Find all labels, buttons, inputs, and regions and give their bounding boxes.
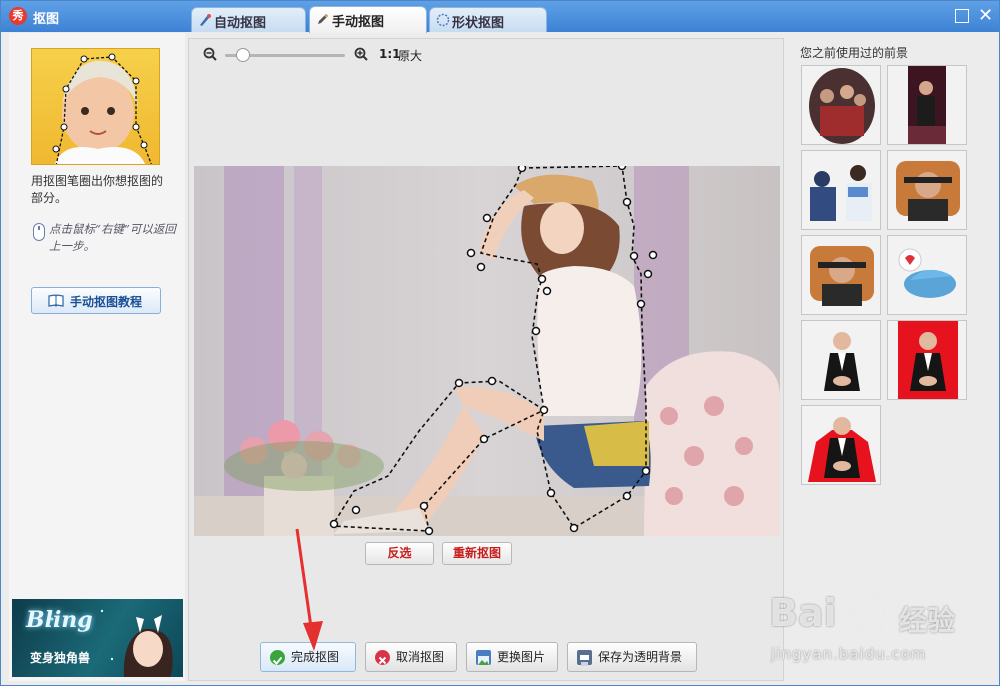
cancel-cutout-button[interactable]: 取消抠图 bbox=[365, 642, 457, 672]
left-panel: 用抠图笔圈出你想抠图的部分。 点击鼠标“右键”可以返回上一步。 手动抠图教程 B… bbox=[9, 33, 185, 681]
book-icon bbox=[48, 294, 64, 307]
check-icon bbox=[270, 650, 285, 665]
close-button[interactable]: ✕ bbox=[978, 7, 993, 25]
zoom-slider-handle[interactable] bbox=[236, 48, 250, 62]
tab-shape-cutout[interactable]: 形状抠图 bbox=[429, 7, 547, 32]
brush-icon bbox=[200, 14, 211, 26]
tab-label: 形状抠图 bbox=[452, 16, 505, 31]
tab-label: 手动抠图 bbox=[332, 15, 385, 30]
zoom-in-icon[interactable] bbox=[354, 47, 368, 61]
tab-auto-cutout[interactable]: 自动抠图 bbox=[191, 7, 306, 32]
window-title: 抠图 bbox=[33, 12, 60, 27]
shape-icon bbox=[436, 13, 450, 27]
editor-panel: 1:1 原大 反选 重新抠图 完成抠图 取消抠图 更换图片 保存为透明背景 bbox=[188, 38, 784, 681]
title-bar: 秀 抠图 ✕ 自动抠图 手动抠图 形状抠图 bbox=[1, 1, 999, 33]
history-thumbnail[interactable] bbox=[801, 65, 881, 145]
original-size-button[interactable]: 原大 bbox=[398, 47, 422, 64]
history-thumbnail[interactable] bbox=[887, 150, 967, 230]
demo-image bbox=[31, 48, 160, 165]
cutout-window: 秀 抠图 ✕ 自动抠图 手动抠图 形状抠图 用抠图笔圈出你想抠图的部分。 点击鼠… bbox=[0, 0, 1000, 686]
image-canvas[interactable] bbox=[194, 166, 780, 536]
mouse-icon bbox=[33, 223, 45, 241]
save-label: 保存为透明背景 bbox=[598, 650, 683, 664]
history-panel: 您之前使用过的前景 bbox=[788, 33, 999, 683]
replace-image-button[interactable]: 更换图片 bbox=[466, 642, 558, 672]
watermark-brand-cn: 经验 bbox=[899, 604, 956, 637]
save-transparent-button[interactable]: 保存为透明背景 bbox=[567, 642, 697, 672]
history-thumbnail[interactable] bbox=[887, 65, 967, 145]
tab-manual-cutout[interactable]: 手动抠图 bbox=[309, 6, 427, 33]
promo-subtitle: 变身独角兽 bbox=[30, 651, 91, 665]
right-click-tip: 点击鼠标“右键”可以返回上一步。 bbox=[49, 222, 176, 253]
history-thumbnail[interactable] bbox=[887, 320, 967, 400]
invert-selection-button[interactable]: 反选 bbox=[365, 542, 434, 565]
redo-cutout-button[interactable]: 重新抠图 bbox=[442, 542, 512, 565]
watermark-url: jingyan.baidu.com bbox=[771, 645, 927, 663]
watermark-brand: Bai bbox=[769, 591, 837, 635]
pen-icon bbox=[318, 14, 328, 24]
image-icon bbox=[476, 650, 491, 665]
instruction-text: 用抠图笔圈出你想抠图的部分。 bbox=[31, 174, 164, 205]
baidu-watermark: Bai 经验 jingyan.baidu.com bbox=[769, 587, 989, 679]
promo-banner[interactable]: Bling 变身独角兽 bbox=[12, 599, 183, 677]
history-thumbnail[interactable] bbox=[801, 320, 881, 400]
maximize-button[interactable] bbox=[955, 9, 969, 23]
zoom-out-icon[interactable] bbox=[203, 47, 217, 61]
cancel-icon bbox=[375, 650, 390, 665]
tutorial-button[interactable]: 手动抠图教程 bbox=[31, 287, 161, 314]
history-thumbnail[interactable] bbox=[801, 150, 881, 230]
save-icon bbox=[577, 650, 592, 666]
photo bbox=[194, 166, 780, 536]
history-title: 您之前使用过的前景 bbox=[800, 46, 909, 60]
history-thumbnail[interactable] bbox=[887, 235, 967, 315]
finish-label: 完成抠图 bbox=[291, 650, 340, 664]
finish-cutout-button[interactable]: 完成抠图 bbox=[260, 642, 356, 672]
history-thumbnail[interactable] bbox=[801, 235, 881, 315]
replace-label: 更换图片 bbox=[497, 650, 546, 664]
history-thumbnail[interactable] bbox=[801, 405, 881, 485]
cancel-label: 取消抠图 bbox=[396, 650, 445, 664]
tab-label: 自动抠图 bbox=[214, 16, 267, 31]
close-icon: ✕ bbox=[978, 5, 994, 26]
promo-title: Bling bbox=[26, 607, 93, 633]
tutorial-label: 手动抠图教程 bbox=[70, 295, 143, 309]
paw-icon bbox=[847, 591, 893, 634]
app-logo-icon: 秀 bbox=[9, 7, 27, 25]
